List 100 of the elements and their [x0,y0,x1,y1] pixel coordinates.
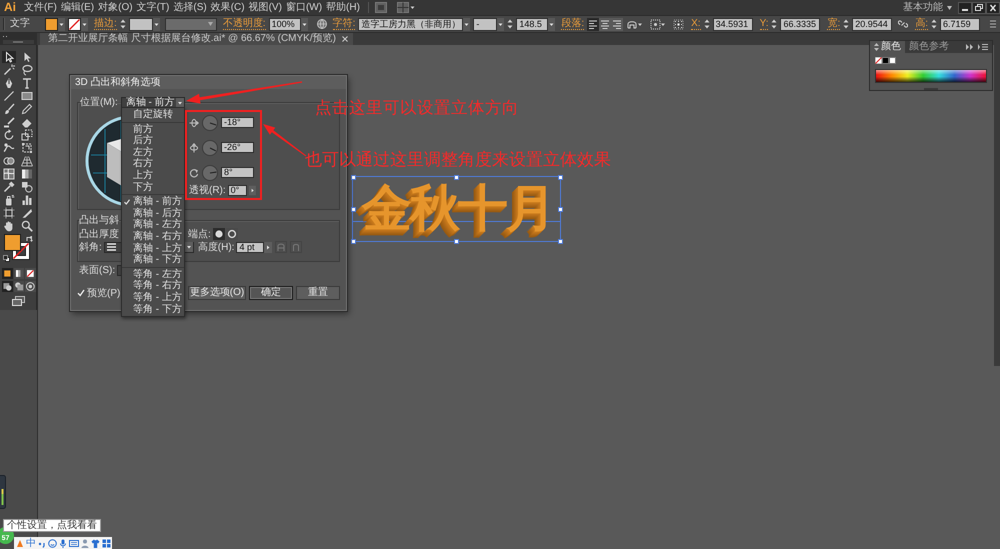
font-family-field[interactable]: 造字工房力黑（非商用） [358,18,464,30]
panel-tab[interactable]: 颜色参考 [905,41,953,53]
spinner-arrows-icon[interactable] [771,18,778,30]
close-icon[interactable] [986,2,1000,14]
dialog-button[interactable]: 重置 [296,286,340,300]
square-tile-icon[interactable] [374,2,387,13]
arch-shape-icon[interactable] [627,18,644,30]
ring-icon[interactable] [226,228,238,240]
grid-icon[interactable] [102,538,111,548]
shape-builder-icon[interactable] [2,154,16,166]
paintbrush-icon[interactable] [2,102,16,114]
font-style-field[interactable]: - [473,18,498,30]
spinner-arrows-icon[interactable] [507,18,514,30]
keyboard-icon[interactable] [69,538,79,548]
dialog-button[interactable]: 确定 [249,286,293,300]
scale-squares-icon[interactable] [20,128,34,140]
lasso-icon[interactable] [20,64,34,76]
microphone-icon[interactable] [59,538,67,548]
coordinate-field[interactable]: 66.3335 [780,18,820,30]
spinner-arrows-icon[interactable] [120,18,126,30]
triangle-right-icon[interactable] [264,242,272,252]
fill-swatch[interactable] [4,234,21,251]
screen-mode-icon[interactable] [12,296,25,306]
draw-normal-icon[interactable] [2,281,13,292]
selection-handle[interactable] [350,238,356,244]
selection-handle[interactable] [350,174,356,180]
menu-option[interactable]: 下方 [122,182,184,194]
menu-option[interactable]: 左方 [122,146,184,158]
opacity-link[interactable]: 不透明度: [222,18,266,30]
menu-option[interactable]: 上方 [122,170,184,182]
wavy-line-icon[interactable] [2,142,16,154]
menu-option[interactable]: 离轴 - 前方 [122,196,184,208]
swap-arrows-icon[interactable] [26,235,33,242]
perspective-grid-icon[interactable] [20,154,34,166]
up-down-arrows-icon[interactable] [874,43,879,51]
draw-inside-icon[interactable] [25,281,36,292]
gradient-square-icon[interactable] [20,168,34,180]
spinner-arrows-icon[interactable] [843,18,850,30]
line-segment-icon[interactable] [2,90,16,102]
draw-behind-icon[interactable] [14,281,24,292]
minimize-icon[interactable] [958,2,972,14]
menu-option[interactable]: 前方 [122,124,184,136]
none-swatch[interactable] [875,57,882,64]
menu-option[interactable]: 等角 - 左方 [122,268,184,280]
triangle-logo-icon[interactable] [16,538,24,548]
shirt-icon[interactable] [91,538,100,548]
toolbar-grip-icon[interactable] [0,33,37,45]
angle-field[interactable]: -26° [221,142,254,153]
coordinate-field[interactable]: 20.9544 [852,18,892,30]
menu-lines-icon[interactable] [990,20,996,28]
menu-option[interactable]: 后方 [122,135,184,147]
menu-item[interactable]: 视图(V) [246,1,284,14]
preview-checkbox[interactable]: 预览(P) [77,288,120,298]
color-spectrum[interactable] [875,69,987,83]
blob-brush-icon[interactable] [2,116,16,128]
type-tool-icon[interactable] [20,76,34,88]
rectangle-icon[interactable] [20,90,34,102]
bevel-height-field[interactable]: 4 pt [236,242,264,252]
position-dropdown[interactable]: 离轴 - 前方 [120,97,185,108]
workspace-switcher[interactable]: 基本功能 [903,1,952,14]
color-mode-icon[interactable] [2,268,13,279]
side-widget[interactable] [0,475,6,509]
align-right-icon[interactable] [611,18,624,30]
blend-shapes-icon[interactable] [20,180,34,192]
stroke-none-swatch[interactable] [68,18,81,30]
menu-option[interactable]: 离轴 - 下方 [122,254,184,266]
pencil-icon[interactable] [20,102,34,114]
artboard-icon[interactable] [2,206,16,218]
menu-option[interactable]: 等角 - 右方 [122,280,184,292]
menu-option[interactable]: 等角 - 下方 [122,304,184,316]
coordinate-link[interactable]: 宽: [827,18,840,30]
selection-handle[interactable] [558,238,562,244]
menu-option[interactable]: 离轴 - 后方 [122,208,184,220]
paragraph-link[interactable]: 段落: [561,18,584,30]
fill-swatch[interactable] [45,18,58,30]
perspective-field[interactable]: 0° [228,185,248,196]
chain-link-icon[interactable] [898,19,908,29]
restore-icon[interactable] [972,2,986,14]
menu-option[interactable]: 等角 - 上方 [122,292,184,304]
menu-option[interactable]: 离轴 - 上方 [122,242,184,254]
selection-handle[interactable] [350,206,356,212]
menu-item[interactable]: 效果(C) [208,1,247,14]
coordinate-field[interactable]: 34.5931 [712,18,753,30]
none-mode-icon[interactable] [25,268,36,279]
dialog-button[interactable]: 更多选项(O) [188,286,246,300]
reference-point-icon[interactable] [673,18,684,30]
menu-option[interactable]: 自定旋转 [122,109,184,121]
menu-option[interactable]: 右方 [122,158,184,170]
align-center-icon[interactable] [599,18,612,30]
angle-field[interactable]: 8° [221,167,254,178]
globe-icon[interactable] [316,19,327,29]
angle-dial[interactable] [202,140,218,156]
spinner-arrows-icon[interactable] [931,18,938,30]
free-transform-icon[interactable] [20,142,34,154]
input-mode-toggle[interactable]: 中 [26,538,36,548]
menu-item[interactable]: 编辑(E) [58,1,96,14]
magic-wand-icon[interactable] [2,64,16,76]
selection-handle[interactable] [558,206,562,212]
bar-graph-icon[interactable] [20,194,34,206]
magnifier-icon[interactable] [20,220,34,232]
